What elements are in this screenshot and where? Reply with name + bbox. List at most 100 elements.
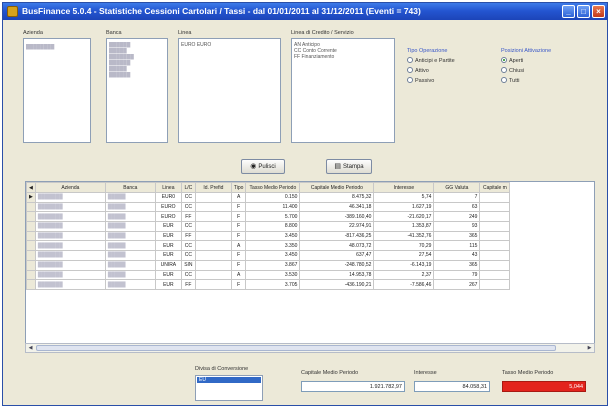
row-selector[interactable] [26,211,36,223]
cell-lc[interactable]: CC [180,269,196,281]
cell-capitale[interactable]: 8.475,32 [299,192,375,203]
stato-option-aperti[interactable]: Aperti [501,57,523,64]
cell-lc[interactable]: CC [180,192,196,203]
cell-idprefid[interactable] [194,230,232,242]
cell-lc[interactable]: FF [180,279,196,290]
cell-tipo[interactable]: F [230,221,247,232]
list-item[interactable]: ██████ [107,72,167,78]
cell-capitale-m[interactable] [479,230,511,242]
title-bar[interactable]: BusFinance 5.0.4 - Statistiche Cessioni … [3,3,607,20]
banca-list[interactable]: ██████ █████ ███████ ██████ █████ ██████ [106,38,168,143]
cell-lc[interactable]: FF [180,211,196,223]
cell-gg-valuta[interactable]: 365 [433,259,481,271]
radio-selected-icon[interactable] [501,57,507,63]
col-idprefid[interactable]: Id. Prefid [194,182,232,193]
col-tasso[interactable]: Tasso Medio Periodo [245,182,301,193]
cell-tipo[interactable]: F [230,250,247,261]
cell-interesse[interactable]: -7.586,46 [373,279,435,290]
cell-tasso[interactable]: 3.705 [245,279,301,290]
cell-banca[interactable]: █████ [104,230,156,242]
cell-banca[interactable]: █████ [104,279,156,290]
cell-azienda[interactable]: ███████ [34,250,106,261]
cell-idprefid[interactable] [194,279,232,290]
cell-linea[interactable]: EUR [154,250,182,261]
list-item[interactable]: EURO EURO [179,42,280,48]
cell-tasso[interactable]: 3.450 [245,230,301,242]
cell-gg-valuta[interactable]: 365 [433,230,481,242]
cell-capitale-m[interactable] [479,259,511,271]
cell-capitale[interactable]: 637,47 [299,250,375,261]
tipo-option-anticipi[interactable]: Anticipi e Partite [407,57,455,64]
cell-azienda[interactable]: ███████ [34,259,106,271]
cell-lc[interactable]: CC [180,240,196,252]
scrollbar-thumb[interactable] [36,345,556,351]
cell-linea[interactable]: EUR [154,230,182,242]
tipo-option-passivo[interactable]: Passivo [407,77,434,84]
cell-banca[interactable]: █████ [104,259,156,271]
cell-capitale[interactable]: 46.341,18 [299,201,375,213]
results-grid[interactable]: ◀ Azienda Banca Linea L/C Id. Prefid Tip… [25,181,595,353]
cell-tipo[interactable]: A [230,192,247,203]
table-row[interactable]: ███████ █████ EURO CC F 11.400 46.341,18 1.627,… [26,201,511,213]
cell-lc[interactable]: SIN [180,259,196,271]
cell-capitale-m[interactable] [479,221,511,232]
row-selector[interactable] [26,221,36,232]
cell-idprefid[interactable] [194,250,232,261]
cell-tasso[interactable]: 3.867 [245,259,301,271]
col-linea[interactable]: Linea [154,182,182,193]
cell-tasso[interactable]: 8.800 [245,221,301,232]
cell-azienda[interactable]: ███████ [34,279,106,290]
cell-banca[interactable]: █████ [104,192,156,203]
cell-linea[interactable]: EURO [154,201,182,213]
radio-icon[interactable] [501,67,507,73]
scroll-right-icon[interactable]: ▶ [585,344,594,352]
cell-linea[interactable]: EUR0 [154,192,182,203]
cell-azienda[interactable]: ███████ [34,192,106,203]
table-row[interactable]: ▶ ███████ █████ EUR0 CC A 0.150 8.475,32 5,74 7 [26,192,511,203]
cell-lc[interactable]: FF [180,230,196,242]
radio-icon[interactable] [407,57,413,63]
cell-interesse[interactable]: 1.353,87 [373,221,435,232]
stato-option-tutti[interactable]: Tutti [501,77,520,84]
col-banca[interactable]: Banca [104,182,156,193]
cell-linea[interactable]: EUR [154,269,182,281]
col-capitale[interactable]: Capitale Medio Periodo [299,182,375,193]
list-item-selected[interactable]: EU [197,377,261,383]
cell-banca[interactable]: █████ [104,250,156,261]
cell-gg-valuta[interactable]: 43 [433,250,481,261]
cell-banca[interactable]: █████ [104,269,156,281]
col-azienda[interactable]: Azienda [34,182,106,193]
cell-azienda[interactable]: ███████ [34,230,106,242]
cell-capitale-m[interactable] [479,279,511,290]
col-lc[interactable]: L/C [180,182,196,193]
cell-capitale-m[interactable] [479,250,511,261]
cell-tipo[interactable]: F [230,259,247,271]
table-row[interactable]: ███████ █████ UNIRA SIN F 3.867 -248.780,52 -6.… [26,259,511,271]
radio-icon[interactable] [407,67,413,73]
cell-tipo[interactable]: A [230,269,247,281]
close-button[interactable]: × [592,5,605,18]
cell-azienda[interactable]: ███████ [34,240,106,252]
cell-azienda[interactable]: ███████ [34,211,106,223]
row-selector[interactable] [26,259,36,271]
cell-gg-valuta[interactable]: 115 [433,240,481,252]
scroll-left-icon[interactable]: ◀ [26,344,35,352]
cell-capitale[interactable]: 22.974,91 [299,221,375,232]
cell-gg-valuta[interactable]: 267 [433,279,481,290]
pulisci-button[interactable]: ◉ Pulisci [241,159,285,174]
cell-tasso[interactable]: 5.700 [245,211,301,223]
cell-idprefid[interactable] [194,211,232,223]
table-row[interactable]: ███████ █████ EUR FF F 3.705 -436.190,21 -7.586… [26,279,511,290]
cell-tipo[interactable]: F [230,201,247,213]
cell-idprefid[interactable] [194,240,232,252]
cell-gg-valuta[interactable]: 63 [433,201,481,213]
cell-gg-valuta[interactable]: 7 [433,192,481,203]
tipo-option-attivo[interactable]: Attivo [407,67,429,74]
cell-lc[interactable]: CC [180,250,196,261]
cell-linea[interactable]: EUR [154,240,182,252]
cell-tasso[interactable]: 3.350 [245,240,301,252]
cell-idprefid[interactable] [194,192,232,203]
table-row[interactable]: ███████ █████ EURO FF F 5.700 -389.160,40 -21.6… [26,211,511,223]
minimize-button[interactable]: _ [562,5,575,18]
cell-azienda[interactable]: ███████ [34,221,106,232]
